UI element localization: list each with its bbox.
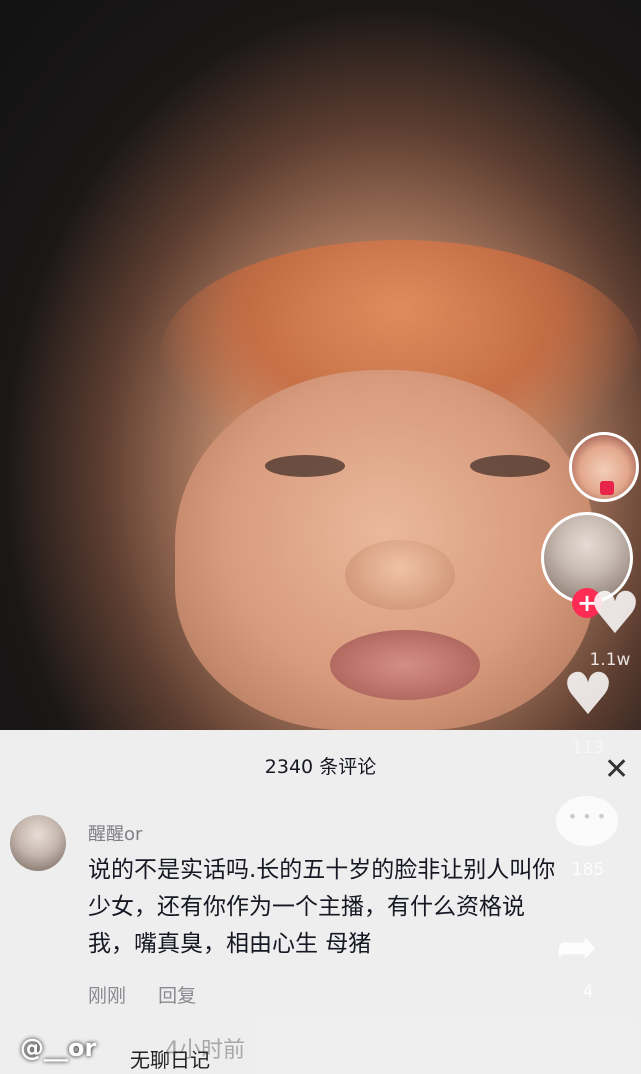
comment-text: 说的不是实话吗.长的五十岁的脸非让别人叫你少女，还有你作为一个主播，有什么资格说…	[88, 857, 556, 957]
comment-time: 刚刚	[88, 985, 127, 1007]
live-avatar[interactable]	[569, 432, 639, 502]
comments-title: 2340 条评论	[264, 756, 377, 778]
comment-username[interactable]: 醒醒or	[88, 820, 142, 846]
video-mouth	[330, 630, 480, 700]
video-caption: 无聊日记	[130, 1048, 210, 1072]
reply-button[interactable]: 回复	[158, 985, 196, 1007]
video-eye-left	[265, 455, 345, 477]
live-badge-icon	[600, 481, 614, 495]
video-eye-right	[470, 455, 550, 477]
share-count: 4	[582, 982, 594, 1002]
comment-avatar[interactable]	[10, 815, 66, 871]
video-nose	[345, 540, 455, 610]
comment-meta: 刚刚 回复	[88, 981, 222, 1008]
comment-icon[interactable]	[556, 796, 618, 846]
author-handle[interactable]: @__or	[20, 1034, 96, 1062]
like-icon-secondary[interactable]: ♥	[548, 664, 628, 724]
video-frame[interactable]	[0, 0, 641, 730]
close-icon[interactable]: ✕	[604, 755, 629, 785]
like-icon[interactable]: ♥	[575, 583, 641, 643]
